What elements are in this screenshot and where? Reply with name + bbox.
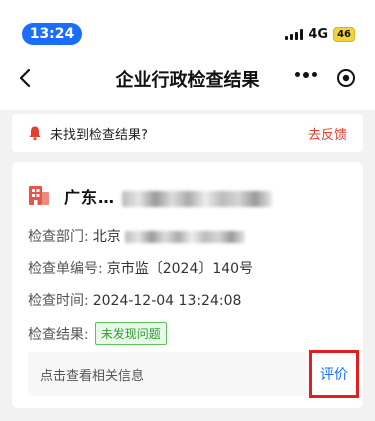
department-value: 北京 [92, 229, 121, 245]
page-title: 企业行政检查结果 [115, 70, 260, 91]
status-badge: 未发现问题 [94, 322, 167, 345]
related-info-bar[interactable]: 点击查看相关信息 评价 [28, 350, 359, 398]
status-indicators: 4G 46 [285, 27, 355, 42]
redacted-text [121, 190, 272, 207]
battery-icon: 46 [333, 27, 355, 42]
number-row: 检查单编号: 京市监〔2024〕140号 [28, 258, 253, 278]
rate-button[interactable]: 评价 [309, 350, 359, 398]
more-icon[interactable] [295, 71, 317, 78]
redacted-text [125, 231, 246, 243]
time-value: 2024-12-04 13:24:08 [92, 293, 242, 309]
target-icon[interactable] [336, 68, 356, 88]
company-name-text: 广东… [64, 188, 116, 207]
bell-icon [29, 126, 41, 141]
department-label: 检查部门: [28, 229, 89, 245]
signal-icon [285, 29, 304, 40]
network-type: 4G [308, 27, 329, 42]
alert-text: 未找到检查结果? [50, 128, 148, 143]
department-row: 检查部门: 北京 [28, 226, 246, 246]
number-value: 京市监〔2024〕140号 [106, 261, 254, 277]
company-name: 广东… [64, 184, 272, 208]
feedback-link[interactable]: 去反馈 [308, 124, 347, 143]
time-row: 检查时间: 2024-12-04 13:24:08 [28, 290, 241, 310]
related-info-text: 点击查看相关信息 [40, 369, 145, 384]
result-label: 检查结果: [28, 326, 89, 343]
result-row: 检查结果: 未发现问题 [28, 322, 167, 345]
nav-bar: 企业行政检查结果 [0, 46, 375, 110]
number-label: 检查单编号: [28, 261, 103, 277]
result-card[interactable]: 广东… 检查部门: 北京 检查单编号: 京市监〔2024〕140号 检查时间: 202… [12, 162, 363, 408]
not-found-alert: 未找到检查结果? 去反馈 [12, 114, 363, 152]
building-icon [29, 186, 49, 205]
time-label: 检查时间: [28, 293, 89, 309]
status-time: 13:24 [22, 23, 82, 45]
status-bar: 13:24 4G 46 [0, 0, 375, 46]
